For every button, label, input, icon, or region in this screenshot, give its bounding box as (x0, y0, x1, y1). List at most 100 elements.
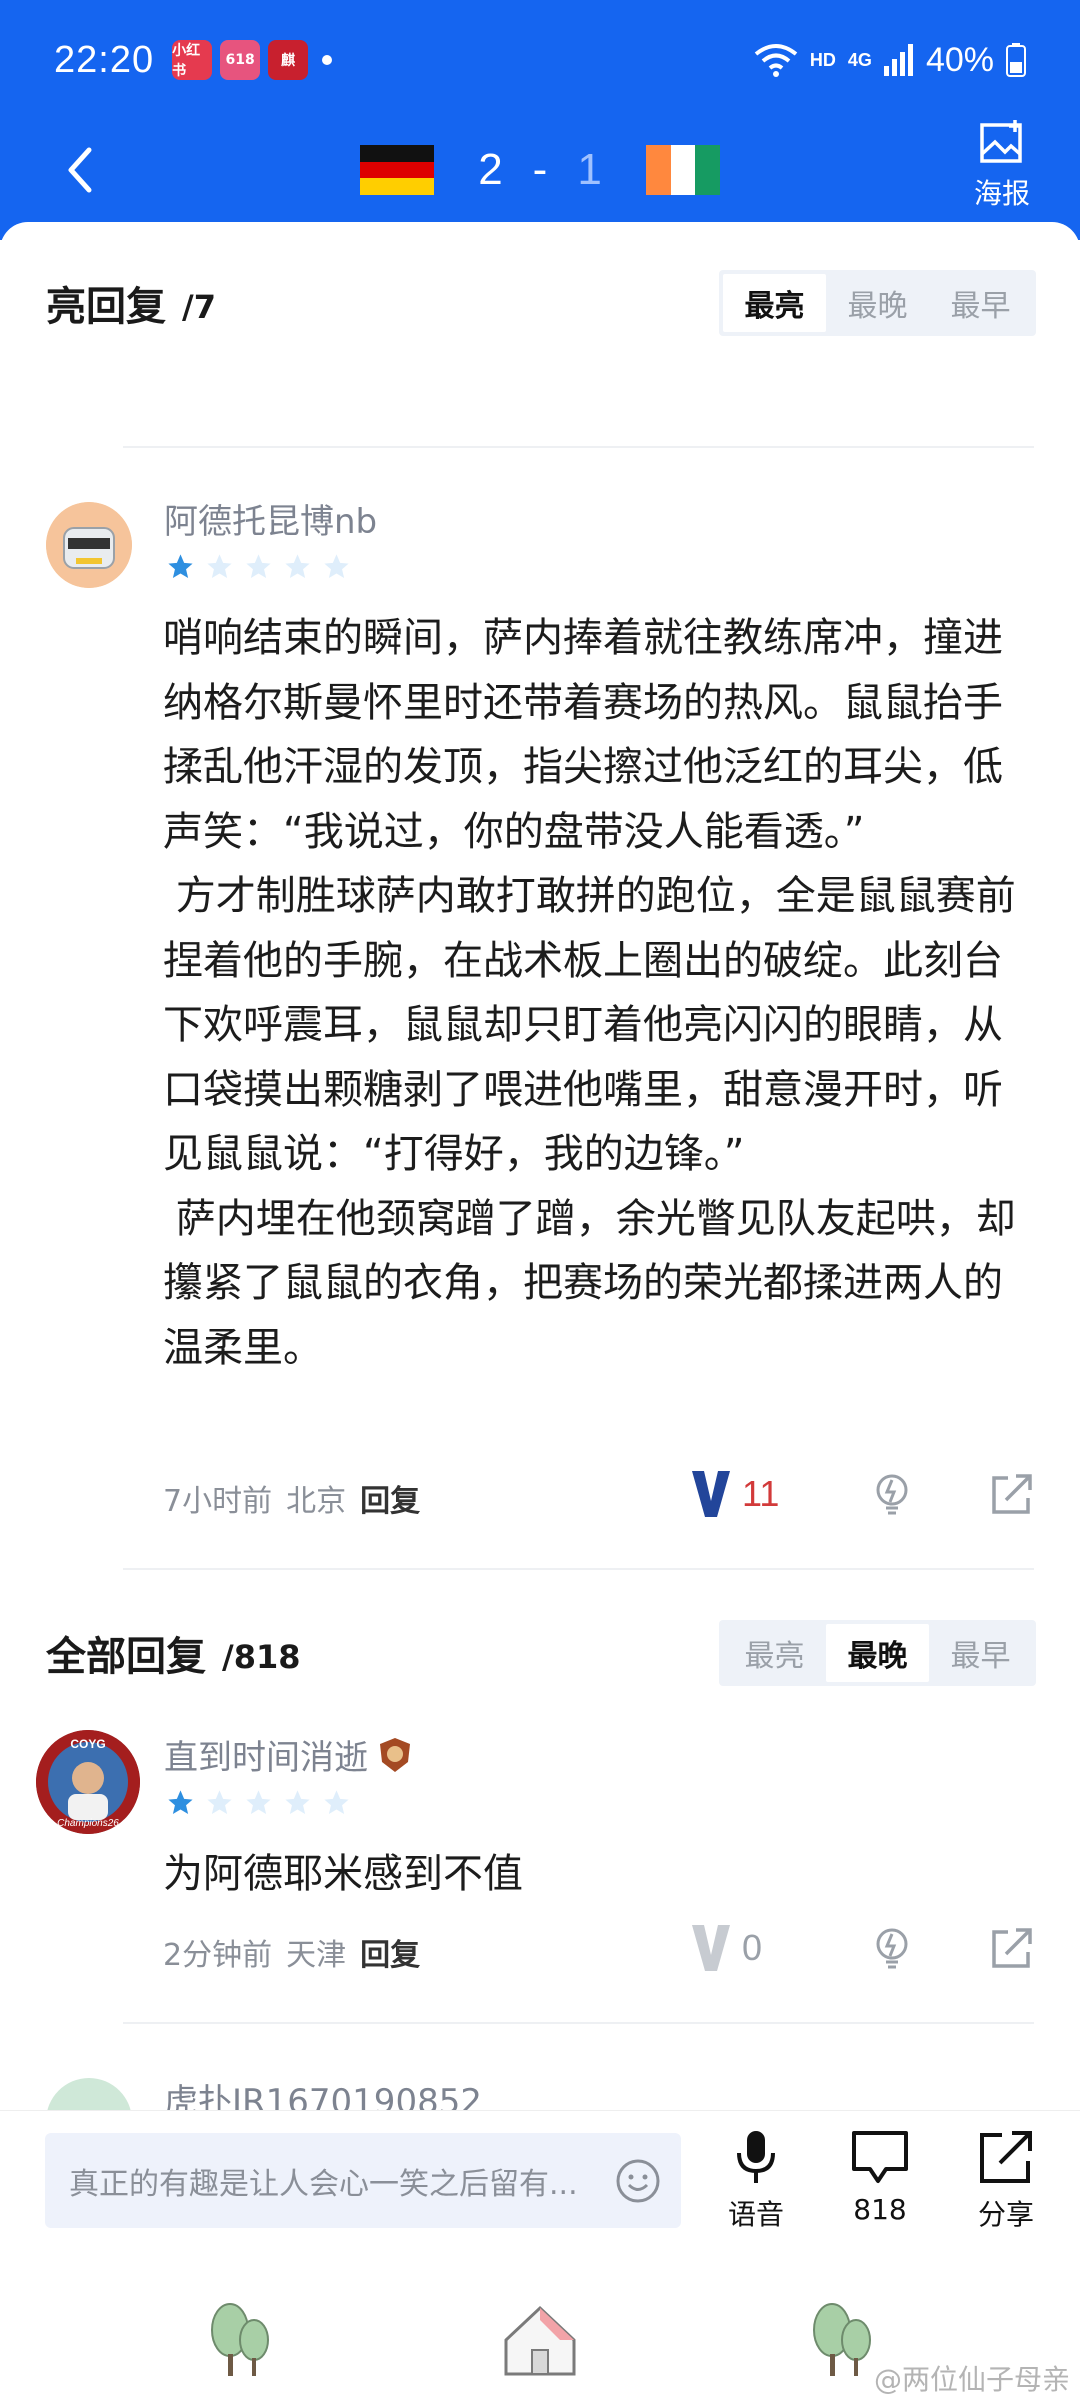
username-text: 直到时间消逝 (164, 1738, 368, 1778)
tab-latest[interactable]: 最晚 (826, 274, 929, 332)
status-bar: 22:20 小红书 618 麒 HD 4G 40% (54, 30, 1026, 90)
promo-618-icon: 618 (220, 40, 261, 80)
microphone-icon (737, 2131, 775, 2183)
comment-time: 2分钟前 (163, 1938, 273, 1973)
home-icon[interactable] (500, 2300, 580, 2380)
star-empty-icon (207, 554, 232, 578)
shield-badge-icon (380, 1737, 410, 1772)
trees-icon[interactable] (200, 2300, 280, 2380)
comment-input[interactable]: 真正的有趣是让人会心一笑之后留有... (45, 2133, 681, 2228)
avatar[interactable]: COYG Champions26 (36, 1730, 140, 1834)
star-empty-icon (207, 1790, 232, 1814)
away-score: 1 (577, 145, 602, 194)
comment-username[interactable]: 虎扑JR1670190852 (164, 2074, 482, 2112)
share-button[interactable]: 分享 (956, 2129, 1056, 2233)
comment-input-placeholder: 真正的有趣是让人会心一笑之后留有... (69, 2166, 578, 2202)
avatar[interactable] (46, 2078, 132, 2112)
comment-username[interactable]: 阿德托昆博nb (164, 494, 377, 543)
battery-percent: 40% (925, 40, 994, 79)
voice-label: 语音 (727, 2198, 784, 2231)
top-header: 22:20 小红书 618 麒 HD 4G 40% 2 - 1 海报 (0, 0, 1080, 240)
watermark: @两位仙子母亲 (873, 2363, 1070, 2396)
comment-text: 哨响结束的瞬间，萨内捧着就往教练席冲，撞进纳格尔斯曼怀里时还带着赛场的热风。鼠鼠… (163, 615, 1016, 1371)
xiaohongshu-icon: 小红书 (172, 40, 213, 80)
scoreboard[interactable]: 2 - 1 (360, 138, 720, 202)
tab-earliest[interactable]: 最早 (929, 274, 1032, 332)
avatar-bottom-text: Champions26 (57, 1818, 119, 1829)
avatar-robot-icon (46, 502, 132, 588)
comment-bubble-icon (852, 2131, 908, 2183)
highlight-title: 亮回复 (46, 284, 166, 330)
status-time: 22:20 (54, 38, 155, 81)
divider (123, 1568, 1034, 1570)
star-empty-icon (285, 554, 310, 578)
comment-actions: 11 (690, 1464, 1040, 1524)
star-empty-icon (285, 1790, 310, 1814)
username-text: 虎扑JR1670190852 (164, 2082, 482, 2112)
rating-stars (166, 552, 351, 581)
comment-meta: 7小时前 北京 回复 (163, 1476, 420, 1520)
match-score: 2 - 1 (478, 145, 602, 195)
emoji-icon[interactable] (615, 2158, 661, 2204)
highlight-section-header: 亮回复 /7 最亮 最晚 最早 (46, 268, 1036, 338)
comment-actions: 0 (690, 1918, 1040, 1978)
divider (123, 2022, 1034, 2024)
divider (123, 446, 1034, 448)
wifi-icon (754, 44, 798, 77)
comments-button[interactable]: 818 (830, 2129, 930, 2226)
star-empty-icon (324, 554, 349, 578)
home-score: 2 (478, 145, 503, 194)
all-sort-tabs: 最亮 最晚 最早 (719, 1620, 1036, 1686)
germany-flag-icon (360, 145, 434, 195)
comment-time: 7小时前 (163, 1484, 273, 1519)
app-qi-icon: 麒 (268, 40, 309, 80)
poster-label: 海报 (973, 177, 1030, 210)
signal-icon (883, 44, 913, 76)
upvote-button[interactable]: 0 (690, 1923, 860, 1973)
poster-button[interactable]: 海报 (962, 120, 1042, 212)
poster-image-icon (980, 120, 1022, 163)
status-right: HD 4G 40% (754, 41, 1026, 80)
voice-button[interactable]: 语音 (706, 2129, 806, 2233)
tab-latest[interactable]: 最晚 (826, 1624, 929, 1682)
trees-icon[interactable] (802, 2300, 882, 2380)
share-external-icon[interactable] (990, 1472, 1034, 1516)
star-filled-icon (168, 554, 193, 578)
share-external-icon[interactable] (990, 1926, 1034, 1970)
network-type: 4G (847, 49, 872, 70)
star-empty-icon (324, 1790, 349, 1814)
all-title: 全部回复 (46, 1634, 206, 1680)
score-separator: - (532, 145, 548, 194)
lightbulb-icon[interactable] (870, 1926, 914, 1970)
bottom-navigation: @两位仙子母亲 (0, 2240, 1080, 2408)
vote-count: 0 (742, 1927, 763, 1968)
back-arrow-icon[interactable] (55, 138, 111, 202)
tab-earliest[interactable]: 最早 (929, 1624, 1032, 1682)
upvote-button[interactable]: 11 (690, 1469, 860, 1519)
avatar-badge-icon: COYG Champions26 (36, 1730, 140, 1834)
tab-brightest[interactable]: 最亮 (723, 1624, 826, 1682)
comment-text: 为阿德耶米感到不值 (163, 1851, 523, 1897)
reply-button[interactable]: 回复 (360, 1476, 420, 1520)
tab-brightest[interactable]: 最亮 (723, 274, 826, 332)
highlight-sort-tabs: 最亮 最晚 最早 (719, 270, 1036, 336)
rating-stars (166, 1788, 351, 1817)
notification-dot-icon (322, 55, 333, 65)
comments-count: 818 (853, 2193, 907, 2226)
all-section-header: 全部回复 /818 最亮 最晚 最早 (46, 1618, 1036, 1688)
comment-username[interactable]: 直到时间消逝 (164, 1730, 412, 1779)
star-empty-icon (246, 1790, 271, 1814)
status-app-icons: 小红书 618 麒 (172, 40, 309, 80)
comments-sheet: 亮回复 /7 最亮 最晚 最早 阿德托昆博nb 哨响结束的瞬间，萨内捧着就往教练… (0, 222, 1080, 2112)
lightbulb-icon[interactable] (870, 1472, 914, 1516)
share-label: 分享 (977, 2198, 1034, 2231)
comment-location: 天津 (286, 1938, 347, 1973)
avatar-top-text: COYG (70, 1737, 105, 1751)
highlight-count: /7 (182, 288, 216, 326)
ireland-flag-icon (646, 145, 720, 195)
vote-v-icon (692, 1471, 730, 1517)
vote-count: 11 (742, 1473, 780, 1514)
all-count: /818 (222, 1638, 301, 1676)
reply-button[interactable]: 回复 (360, 1930, 420, 1974)
avatar[interactable] (46, 502, 132, 588)
